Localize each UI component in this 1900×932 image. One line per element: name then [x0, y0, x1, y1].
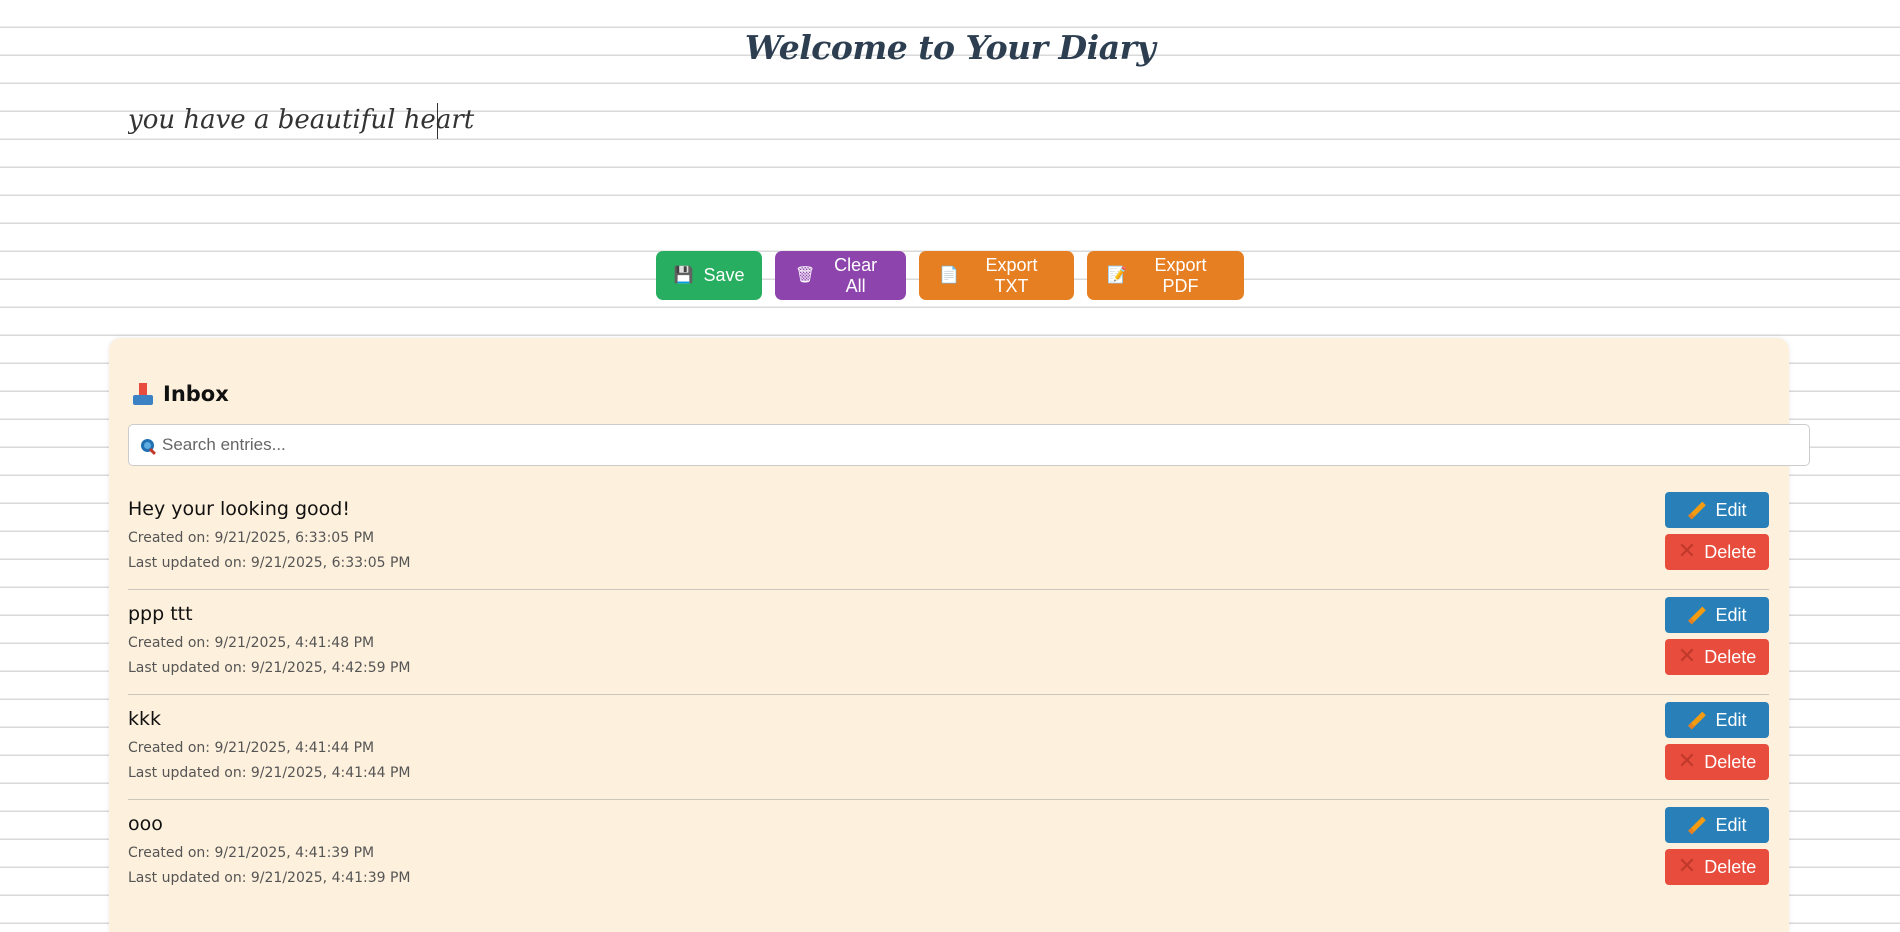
- search-icon: [141, 438, 154, 452]
- entry-title: ooo: [128, 813, 163, 835]
- edit-button-label: Edit: [1715, 709, 1747, 730]
- edit-button-label: Edit: [1715, 499, 1747, 520]
- edit-button-label: Edit: [1715, 814, 1747, 835]
- clear-all-button[interactable]: 🗑 Clear All: [775, 251, 906, 300]
- entry-title: Hey your looking good!: [128, 498, 350, 520]
- edit-button[interactable]: Edit: [1665, 597, 1769, 633]
- pencil-icon: [1688, 606, 1707, 624]
- search-box: [128, 424, 1810, 466]
- delete-button-label: Delete: [1704, 856, 1757, 877]
- clear-all-button-label: Clear All: [834, 254, 878, 296]
- page-title: Welcome to Your Diary: [744, 28, 1156, 67]
- diary-editor[interactable]: [128, 100, 1772, 240]
- entry-updated-date: Last updated on: 9/21/2025, 4:42:59 PM: [128, 660, 411, 676]
- inbox-header: Inbox: [133, 382, 229, 406]
- edit-button[interactable]: Edit: [1665, 702, 1769, 738]
- close-icon: ✕: [1677, 749, 1697, 774]
- list-item: kkk Created on: 9/21/2025, 4:41:44 PM La…: [128, 696, 1769, 800]
- export-txt-button-label: Export TXT: [985, 254, 1038, 296]
- pencil-icon: [1688, 501, 1707, 519]
- delete-button[interactable]: ✕ Delete: [1665, 639, 1769, 675]
- document-icon: 📄: [939, 266, 959, 284]
- inbox-title: Inbox: [163, 382, 229, 406]
- document-pencil-icon: 📝: [1107, 266, 1127, 284]
- list-item: ooo Created on: 9/21/2025, 4:41:39 PM La…: [128, 801, 1769, 905]
- export-pdf-button-label: Export PDF: [1154, 254, 1207, 296]
- delete-button[interactable]: ✕ Delete: [1665, 744, 1769, 780]
- entry-updated-date: Last updated on: 9/21/2025, 4:41:39 PM: [128, 870, 411, 886]
- edit-button[interactable]: Edit: [1665, 492, 1769, 528]
- delete-button-label: Delete: [1704, 541, 1757, 562]
- search-input[interactable]: [162, 426, 1809, 464]
- export-txt-button[interactable]: 📄 Export TXT: [919, 251, 1074, 300]
- toolbar: 💾 Save 🗑 Clear All 📄 Export TXT 📝 Export…: [0, 251, 1900, 300]
- entry-created-date: Created on: 9/21/2025, 4:41:39 PM: [128, 845, 375, 861]
- entry-updated-date: Last updated on: 9/21/2025, 4:41:44 PM: [128, 765, 411, 781]
- floppy-disk-icon: 💾: [673, 266, 694, 284]
- entry-created-date: Created on: 9/21/2025, 4:41:44 PM: [128, 740, 375, 756]
- entry-created-date: Created on: 9/21/2025, 6:33:05 PM: [128, 530, 375, 546]
- inbox-panel: Inbox Hey your looking good! Created on:…: [109, 338, 1810, 932]
- entry-title: ppp ttt: [128, 603, 193, 625]
- delete-button-label: Delete: [1704, 646, 1757, 667]
- list-item: ppp ttt Created on: 9/21/2025, 4:41:48 P…: [128, 591, 1769, 695]
- wastebasket-icon: 🗑: [795, 266, 816, 284]
- save-button[interactable]: 💾 Save: [656, 251, 762, 300]
- export-pdf-button[interactable]: 📝 Export PDF: [1087, 251, 1244, 300]
- delete-button[interactable]: ✕ Delete: [1665, 534, 1769, 570]
- entry-created-date: Created on: 9/21/2025, 4:41:48 PM: [128, 635, 375, 651]
- pencil-icon: [1688, 816, 1707, 834]
- entry-title: kkk: [128, 708, 162, 730]
- delete-button[interactable]: ✕ Delete: [1665, 849, 1769, 885]
- close-icon: ✕: [1677, 854, 1697, 879]
- save-button-label: Save: [703, 265, 745, 285]
- entry-updated-date: Last updated on: 9/21/2025, 6:33:05 PM: [128, 555, 411, 571]
- edit-button[interactable]: Edit: [1665, 807, 1769, 843]
- close-icon: ✕: [1677, 644, 1697, 669]
- inbox-tray-icon: [133, 383, 153, 405]
- list-item: Hey your looking good! Created on: 9/21/…: [128, 486, 1769, 590]
- pencil-icon: [1688, 711, 1707, 729]
- entry-list: Hey your looking good! Created on: 9/21/…: [128, 486, 1769, 906]
- close-icon: ✕: [1677, 539, 1697, 564]
- text-caret: [437, 103, 438, 139]
- delete-button-label: Delete: [1704, 751, 1757, 772]
- edit-button-label: Edit: [1715, 604, 1747, 625]
